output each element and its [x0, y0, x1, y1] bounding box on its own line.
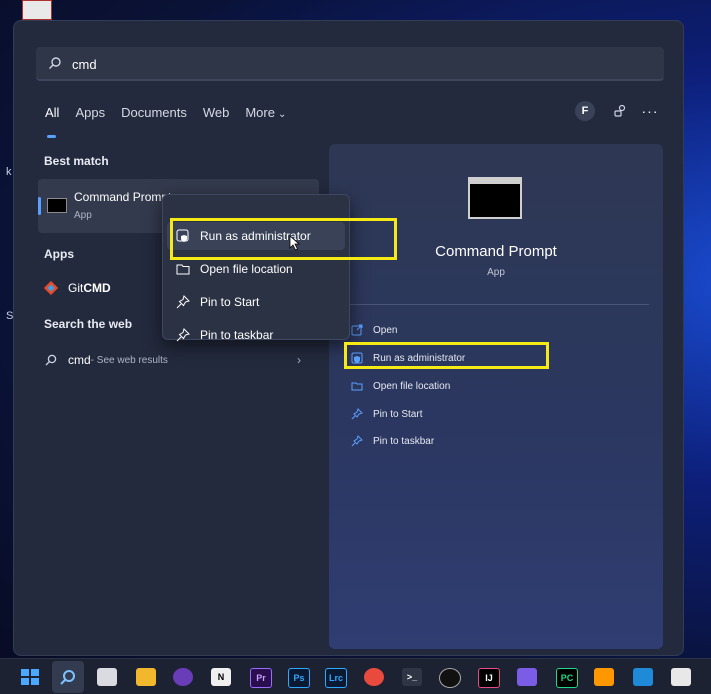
menu-item-label: Open file location: [200, 262, 293, 276]
selection-indicator: [38, 197, 41, 215]
tab-web[interactable]: Web: [203, 105, 230, 129]
context-menu: Run as administrator Open file location …: [162, 194, 350, 342]
cube-app-icon[interactable]: [517, 668, 537, 686]
search-icon: [49, 57, 61, 69]
action-label: Pin to Start: [373, 408, 423, 420]
folder-icon: [176, 264, 190, 275]
search-bar[interactable]: [36, 47, 664, 81]
action-open[interactable]: Open: [351, 324, 397, 336]
action-label: Open file location: [373, 380, 451, 392]
tab-apps[interactable]: Apps: [75, 105, 105, 129]
filter-tabs: All Apps Documents Web More ⌄: [45, 105, 302, 138]
action-label: Open: [373, 324, 398, 336]
tab-more-label: More: [245, 105, 275, 120]
desktop-shortcut-icon[interactable]: [22, 0, 52, 20]
open-icon: [351, 324, 363, 336]
tab-more[interactable]: More ⌄: [245, 105, 286, 129]
search-web-heading: Search the web: [44, 317, 133, 331]
notepad-icon[interactable]: [671, 668, 691, 686]
git-icon: [44, 281, 58, 295]
detail-subtitle: App: [487, 267, 505, 278]
best-match-title: Command Prompt: [74, 190, 172, 204]
chevron-down-icon: ⌄: [277, 109, 287, 120]
best-match-type: App: [74, 210, 92, 221]
action-pin-to-taskbar[interactable]: Pin to taskbar: [351, 435, 434, 447]
divider: [349, 304, 649, 305]
app-result-git-cmd[interactable]: Git CMD: [44, 281, 111, 295]
people-share-icon[interactable]: [610, 101, 630, 121]
obs-icon[interactable]: [439, 668, 461, 688]
search-icon: [60, 670, 75, 685]
taskbar: N Pr Ps Lrc >_ IJ PC: [0, 658, 711, 694]
web-query: cmd: [68, 353, 91, 367]
web-result[interactable]: cmd - See web results: [44, 353, 168, 367]
sublime-text-icon[interactable]: [594, 668, 614, 686]
action-label: Pin to taskbar: [373, 435, 435, 447]
action-pin-to-start[interactable]: Pin to Start: [351, 408, 422, 420]
best-match-heading: Best match: [44, 154, 109, 168]
chevron-right-icon[interactable]: ›: [297, 353, 301, 367]
tab-documents[interactable]: Documents: [121, 105, 187, 129]
app-label-bold: CMD: [83, 281, 111, 295]
menu-item-label: Pin to Start: [200, 295, 260, 309]
pin-icon: [351, 435, 363, 447]
command-prompt-icon: [47, 198, 67, 213]
web-suffix: - See web results: [90, 354, 168, 366]
folder-icon: [351, 382, 363, 391]
intellij-icon[interactable]: IJ: [478, 668, 500, 688]
highlight-box: [170, 218, 397, 260]
command-prompt-large-icon: [468, 177, 522, 219]
task-view-icon[interactable]: [97, 668, 117, 686]
desktop-edge-fragment: k: [6, 166, 12, 178]
windows-start-icon[interactable]: [20, 668, 40, 686]
pycharm-icon[interactable]: PC: [556, 668, 578, 688]
notion-icon[interactable]: N: [211, 668, 231, 686]
menu-item-label: Pin to taskbar: [200, 328, 274, 342]
app-label-plain: Git: [68, 281, 84, 295]
pin-icon: [351, 408, 363, 420]
terminal-icon[interactable]: >_: [402, 668, 422, 686]
highlight-box: [344, 342, 549, 369]
file-explorer-icon[interactable]: [136, 668, 156, 686]
photoshop-icon[interactable]: Ps: [288, 668, 310, 688]
apps-heading: Apps: [44, 247, 74, 261]
more-options-icon[interactable]: ···: [640, 101, 660, 121]
menu-item-pin-to-taskbar[interactable]: Pin to taskbar: [167, 321, 345, 349]
action-open-file-location[interactable]: Open file location: [351, 380, 450, 392]
pin-icon: [176, 328, 190, 342]
color-app-icon[interactable]: [364, 668, 384, 686]
premiere-icon[interactable]: Pr: [250, 668, 272, 688]
tab-all[interactable]: All: [45, 105, 59, 138]
search-input[interactable]: [70, 53, 634, 75]
vscode-icon[interactable]: [633, 668, 653, 686]
github-icon[interactable]: [173, 668, 193, 686]
start-search-panel: All Apps Documents Web More⌄ F ··· Best …: [13, 20, 684, 656]
search-icon: [45, 354, 57, 366]
menu-item-pin-to-start[interactable]: Pin to Start: [167, 288, 345, 316]
account-avatar[interactable]: F: [575, 101, 595, 121]
pin-icon: [176, 295, 190, 309]
lightroom-icon[interactable]: Lrc: [325, 668, 347, 688]
